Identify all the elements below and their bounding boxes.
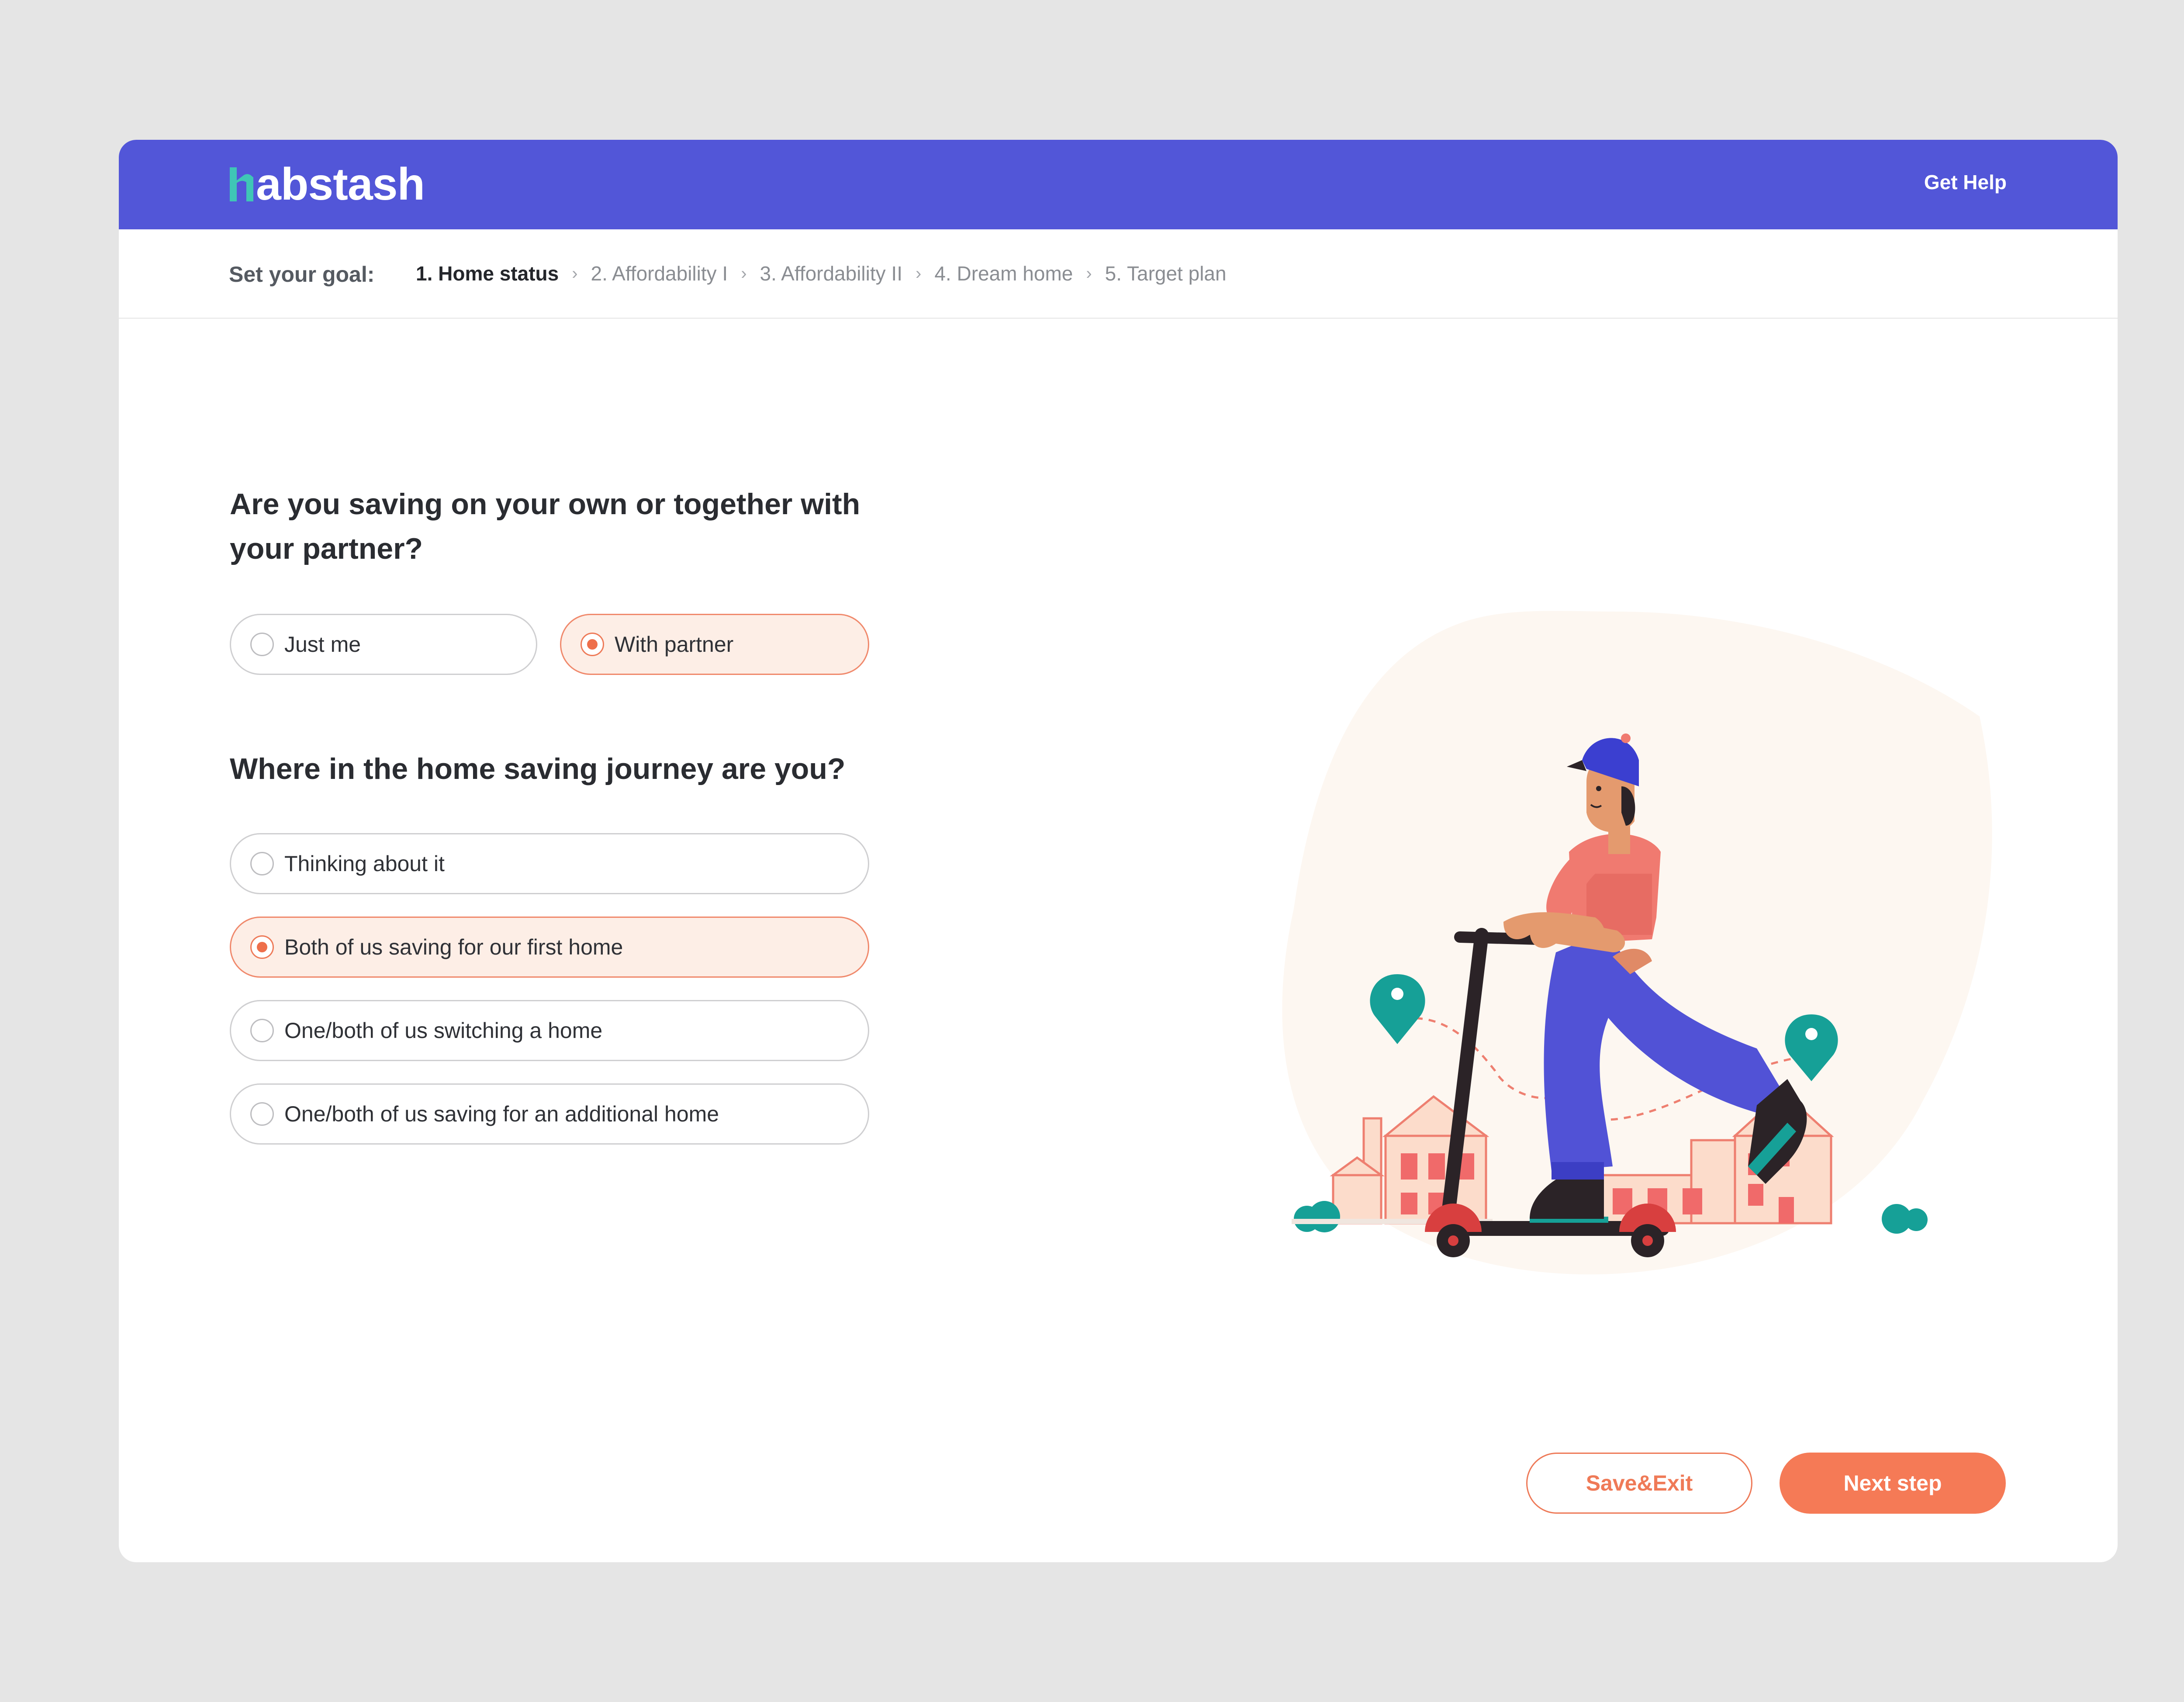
- option-label: One/both of us saving for an additional …: [284, 1102, 719, 1126]
- option-label: One/both of us switching a home: [284, 1018, 603, 1043]
- chevron-right-icon: ›: [741, 263, 747, 283]
- option-thinking-about-it[interactable]: Thinking about it: [230, 833, 869, 894]
- habstash-logo[interactable]: abstash: [228, 159, 425, 210]
- app-header: abstash Get Help: [119, 140, 2118, 229]
- step-home-status[interactable]: 1. Home status: [416, 262, 559, 285]
- option-label: Just me: [284, 632, 361, 657]
- option-label: With partner: [615, 632, 734, 657]
- chevron-right-icon: ›: [1086, 263, 1092, 283]
- chevron-right-icon: ›: [916, 263, 922, 283]
- radio-button-selected[interactable]: [581, 633, 604, 656]
- option-with-partner[interactable]: With partner: [560, 614, 869, 675]
- option-additional-home[interactable]: One/both of us saving for an additional …: [230, 1083, 869, 1145]
- step-affordability-2[interactable]: 3. Affordability II: [760, 262, 902, 285]
- step-breadcrumb: 1. Home status › 2. Affordability I › 3.…: [416, 262, 1227, 285]
- goal-stepper: Set your goal: 1. Home status › 2. Affor…: [119, 229, 2118, 319]
- question-journey-stage: Where in the home saving journey are you…: [230, 752, 846, 785]
- radio-button[interactable]: [250, 1019, 274, 1042]
- option-first-home[interactable]: Both of us saving for our first home: [230, 917, 869, 978]
- save-exit-button[interactable]: Save&Exit: [1526, 1453, 1752, 1514]
- option-switching-home[interactable]: One/both of us switching a home: [230, 1000, 869, 1061]
- question-saving-mode: Are you saving on your own or together w…: [230, 488, 860, 565]
- radio-button-selected[interactable]: [250, 935, 274, 959]
- house-h-logo-icon: [230, 167, 253, 201]
- option-label: Both of us saving for our first home: [284, 935, 623, 959]
- radio-button[interactable]: [250, 633, 274, 656]
- logo-text: abstash: [256, 159, 425, 210]
- radio-button[interactable]: [250, 852, 274, 875]
- onboarding-card: abstash Get Help Set your goal: 1. Home …: [119, 140, 2118, 1562]
- scooter-illustration: [1282, 611, 1992, 1275]
- option-just-me[interactable]: Just me: [230, 614, 537, 675]
- goal-label: Set your goal:: [229, 262, 375, 287]
- next-step-button[interactable]: Next step: [1780, 1453, 2006, 1514]
- option-label: Thinking about it: [284, 851, 445, 876]
- chevron-right-icon: ›: [572, 263, 578, 283]
- step-dream-home[interactable]: 4. Dream home: [934, 262, 1073, 285]
- step-target-plan[interactable]: 5. Target plan: [1105, 262, 1227, 285]
- radio-button[interactable]: [250, 1102, 274, 1126]
- get-help-link[interactable]: Get Help: [1924, 170, 2007, 194]
- step-affordability-1[interactable]: 2. Affordability I: [591, 262, 728, 285]
